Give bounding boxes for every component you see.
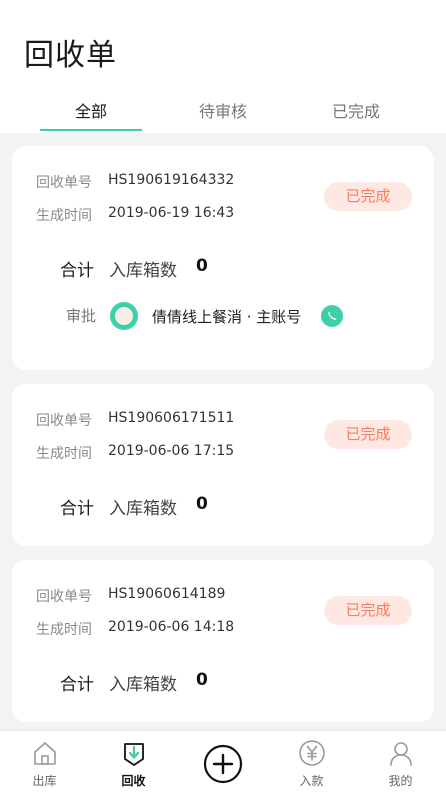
status-badge: 已完成 [324, 182, 412, 211]
page-title: 回收单 [24, 38, 117, 73]
status-badge: 已完成 [324, 420, 412, 449]
avatar [110, 302, 138, 330]
order-number-label: 回收单号 [36, 175, 92, 191]
tab-outbound[interactable]: 出库 [0, 731, 89, 793]
yen-icon [298, 739, 326, 771]
approver-name: 倩倩线上餐消 · 主账号 [152, 308, 302, 326]
phone-icon[interactable] [321, 305, 343, 327]
bottom-tab-bar: 出库 回收 入款 我的 [0, 730, 446, 793]
plus-circle-icon [203, 744, 243, 788]
boxes-label: 入库箱数 [109, 675, 177, 695]
tab-label: 回收 [121, 774, 146, 788]
total-label: 合计 [60, 675, 94, 695]
order-number-label: 回收单号 [36, 413, 92, 429]
header: 回收单 全部 待审核 已完成 [0, 0, 446, 133]
total-label: 合计 [60, 261, 94, 281]
tab-label: 入款 [299, 774, 324, 788]
order-card[interactable]: 回收单号 HS190619164332 生成时间 2019-06-19 16:4… [12, 146, 434, 370]
tab-recycle[interactable]: 回收 [89, 731, 178, 793]
tab-pending[interactable]: 待审核 [168, 98, 278, 122]
approval-label: 审批 [66, 307, 97, 325]
user-icon [387, 739, 415, 771]
created-time-label: 生成时间 [36, 622, 92, 638]
order-number: HS190619164332 [108, 172, 235, 188]
created-time-label: 生成时间 [36, 446, 92, 462]
boxes-count: 0 [196, 256, 208, 276]
order-card[interactable]: 回收单号 HS190606171511 生成时间 2019-06-06 17:1… [12, 384, 434, 546]
boxes-label: 入库箱数 [109, 261, 177, 281]
order-number-label: 回收单号 [36, 589, 92, 605]
order-number: HS190606171511 [108, 410, 235, 426]
created-time: 2019-06-19 16:43 [108, 205, 235, 221]
tab-label: 我的 [388, 774, 413, 788]
boxes-count: 0 [196, 494, 208, 514]
tab-completed[interactable]: 已完成 [301, 98, 411, 122]
created-time-label: 生成时间 [36, 208, 92, 224]
home-icon [31, 739, 59, 771]
recycle-icon [120, 739, 148, 771]
add-button[interactable] [178, 731, 267, 793]
status-badge: 已完成 [324, 596, 412, 625]
tab-payment[interactable]: 入款 [267, 731, 356, 793]
order-card[interactable]: 回收单号 HS19060614189 生成时间 2019-06-06 14:18… [12, 560, 434, 722]
boxes-count: 0 [196, 670, 208, 690]
created-time: 2019-06-06 14:18 [108, 619, 235, 635]
created-time: 2019-06-06 17:15 [108, 443, 235, 459]
order-number: HS19060614189 [108, 586, 226, 602]
tab-label: 出库 [32, 774, 57, 788]
tab-mine[interactable]: 我的 [356, 731, 445, 793]
boxes-label: 入库箱数 [109, 499, 177, 519]
tab-all[interactable]: 全部 [36, 98, 146, 122]
total-label: 合计 [60, 499, 94, 519]
tab-bar-top: 全部 待审核 已完成 [0, 88, 446, 133]
active-tab-indicator [40, 129, 142, 131]
